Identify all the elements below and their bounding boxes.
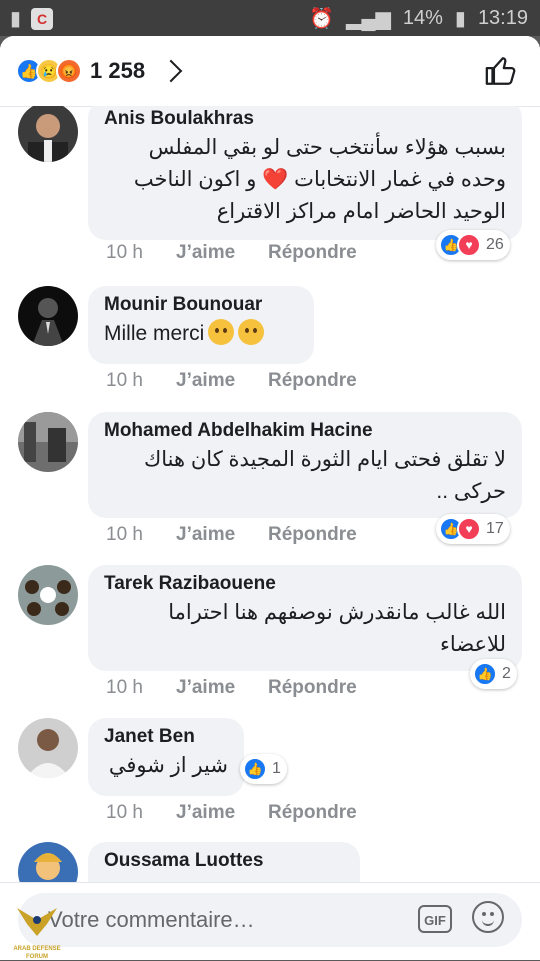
comment-time: 10 h: [106, 242, 143, 263]
commenter-name[interactable]: Janet Ben: [104, 724, 228, 750]
reaction-count: 17: [486, 520, 504, 537]
avatar[interactable]: [18, 842, 78, 882]
reply-link[interactable]: Répondre: [268, 677, 357, 699]
notification-icon: ▮: [10, 8, 22, 30]
commenter-name[interactable]: Oussama Luottes: [104, 848, 344, 874]
commenter-name[interactable]: Tarek Razibaouene: [104, 571, 506, 597]
comment-bubble[interactable]: Mohamed Abdelhakim Hacine لا تقلق فحتى ا…: [88, 412, 522, 518]
reaction-badge[interactable]: 👍 ♥ 26: [436, 230, 510, 260]
like-button-icon[interactable]: [484, 54, 518, 88]
like-icon: 👍: [473, 662, 497, 686]
battery-percent: 14%: [402, 7, 443, 29]
avatar[interactable]: [18, 565, 78, 625]
comment-actions: 10 h J’aime Répondre: [106, 242, 357, 264]
like-link[interactable]: J’aime: [176, 370, 268, 392]
comment-bubble[interactable]: Anis Boulakhras بسبب هؤلاء سأنتخب حتى لو…: [88, 106, 522, 240]
comment-text: Mille merci: [104, 322, 205, 345]
avatar[interactable]: [18, 106, 78, 162]
reactions-header: 👍 😢 😡 1 258: [0, 36, 540, 107]
chevron-right-icon: [159, 59, 183, 83]
comment-bubble[interactable]: Janet Ben شير از شوفي: [88, 718, 244, 796]
reaction-count: 2: [502, 665, 511, 682]
reaction-badge[interactable]: 👍 ♥ 17: [436, 514, 510, 544]
reaction-badge[interactable]: 👍 1: [240, 754, 287, 784]
comment-text-line: وحده في غمار الانتخابات ❤️ و اكون الناخب: [133, 168, 506, 191]
commenter-name[interactable]: Mounir Bounouar: [104, 292, 298, 318]
like-link[interactable]: J’aime: [176, 524, 268, 546]
forum-watermark-logo: ARAB DEFENSE FORUM: [2, 900, 72, 960]
comment-actions: 10 h J’aime Répondre: [106, 802, 357, 824]
comment-list[interactable]: Anis Boulakhras بسبب هؤلاء سأنتخب حتى لو…: [0, 106, 540, 882]
reply-link[interactable]: Répondre: [268, 242, 357, 264]
love-icon: ♥: [457, 233, 481, 257]
reply-link[interactable]: Répondre: [268, 524, 357, 546]
comment-time: 10 h: [106, 802, 143, 823]
comments-sheet: 👍 😢 😡 1 258 Anis Boulakhras بسبب هؤلاء س…: [0, 36, 540, 960]
comment-bubble[interactable]: Oussama Luottes: [88, 842, 360, 882]
commenter-name[interactable]: Anis Boulakhras: [104, 106, 506, 132]
comment-text-line: لا تقلق فحتى ايام الثورة المجيدة كان هنا…: [143, 448, 506, 471]
confused-emoji-icon: [238, 319, 265, 345]
comment-text: شير از شوفي: [108, 754, 228, 777]
comment-text-line: حركى ..: [436, 480, 506, 503]
comment-text-line: بسبب هؤلاء سأنتخب حتى لو بقي المفلس: [148, 136, 506, 159]
comment-time: 10 h: [106, 677, 143, 698]
app-notification-icon: C: [31, 7, 54, 30]
comment-text-line: الوحيد الحاضر امام مراكز الاقتراع: [216, 200, 506, 223]
reaction-count: 1: [272, 760, 281, 777]
avatar[interactable]: [18, 412, 78, 472]
like-link[interactable]: J’aime: [176, 677, 268, 699]
commenter-name[interactable]: Mohamed Abdelhakim Hacine: [104, 418, 506, 444]
confused-emoji-icon: [208, 319, 235, 345]
comment-actions: 10 h J’aime Répondre: [106, 677, 357, 699]
comment-text-line: الله غالب مانقدرش نوصفهم هنا احتراما: [168, 601, 506, 624]
like-link[interactable]: J’aime: [176, 802, 268, 824]
watermark-text: ARAB DEFENSE FORUM: [13, 946, 61, 960]
comment-bubble[interactable]: Mounir Bounouar Mille merci: [88, 286, 314, 364]
reaction-badge[interactable]: 👍 2: [470, 659, 517, 689]
emoji-button-icon[interactable]: [472, 901, 504, 933]
reactions-summary[interactable]: 👍 😢 😡 1 258: [16, 58, 183, 84]
gif-button[interactable]: GIF: [418, 905, 452, 933]
love-icon: ♥: [457, 517, 481, 541]
comment-composer: Votre commentaire… GIF: [0, 882, 540, 960]
comment-actions: 10 h J’aime Répondre: [106, 370, 357, 392]
comment-bubble[interactable]: Tarek Razibaouene الله غالب مانقدرش نوصف…: [88, 565, 522, 671]
signal-icon: ▂▄▆: [345, 8, 391, 30]
avatar[interactable]: [18, 718, 78, 778]
avatar[interactable]: [18, 286, 78, 346]
like-icon: 👍: [243, 757, 267, 781]
comment-time: 10 h: [106, 524, 143, 545]
reply-link[interactable]: Répondre: [268, 370, 357, 392]
angry-icon: 😡: [56, 58, 82, 84]
like-link[interactable]: J’aime: [176, 242, 268, 264]
battery-icon: ▮: [454, 8, 466, 30]
reply-link[interactable]: Répondre: [268, 802, 357, 824]
status-bar: ▮ C ⏰ ▂▄▆ 14% ▮ 13:19: [0, 0, 540, 36]
comment-text-line: للاعضاء: [440, 633, 506, 656]
alarm-icon: ⏰: [309, 8, 334, 30]
reaction-count: 1 258: [90, 58, 146, 83]
eagle-logo-icon: [17, 908, 57, 936]
reaction-count: 26: [486, 236, 504, 253]
comment-time: 10 h: [106, 370, 143, 391]
clock: 13:19: [477, 7, 528, 29]
comment-actions: 10 h J’aime Répondre: [106, 524, 357, 546]
